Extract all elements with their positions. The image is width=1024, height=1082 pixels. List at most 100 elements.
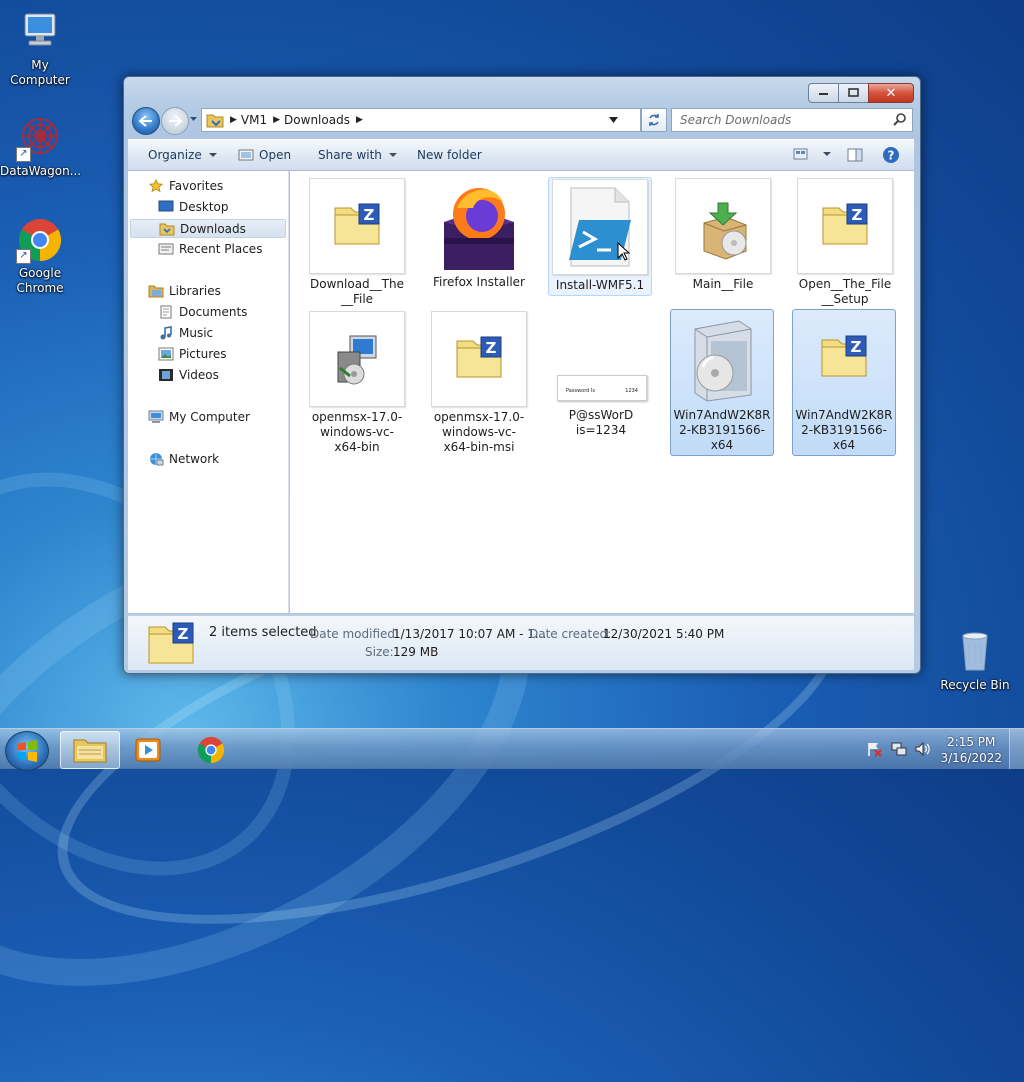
file-item[interactable]: Password Is 1234 P@ssWorD is=1234 xyxy=(552,311,650,438)
zip-thumbnail: Z xyxy=(431,311,527,407)
nav-my-computer[interactable]: My Computer xyxy=(148,408,302,426)
open-label: Open xyxy=(259,148,292,162)
refresh-button[interactable] xyxy=(641,108,667,132)
desktop-icon-label: Recycle Bin xyxy=(940,678,1010,692)
back-button[interactable] xyxy=(132,107,160,135)
folder-icon xyxy=(206,114,224,128)
network-status-icon[interactable] xyxy=(891,741,907,757)
powershell-icon xyxy=(569,187,631,267)
mouse-cursor-icon xyxy=(617,242,631,261)
breadcrumb-separator-icon[interactable]: ▶ xyxy=(356,115,363,125)
image-thumbnail: Password Is 1234 xyxy=(554,311,648,405)
nav-videos[interactable]: Videos xyxy=(158,366,312,384)
nav-music[interactable]: Music xyxy=(158,324,312,342)
file-item[interactable]: Main__File xyxy=(674,178,772,292)
explorer-window[interactable]: ✕ ▶ VM1 ▶ Downloads ▶ Search Downloads O… xyxy=(123,76,921,674)
videos-icon xyxy=(159,369,173,381)
open-icon xyxy=(238,149,254,161)
breadcrumb-separator-icon[interactable]: ▶ xyxy=(273,115,280,125)
address-dropdown-icon[interactable] xyxy=(609,117,618,123)
new-folder-button[interactable]: New folder xyxy=(417,148,482,162)
desktop-icon-label: DataWagon... xyxy=(0,164,82,178)
show-desktop-button[interactable] xyxy=(1009,729,1024,769)
search-input[interactable]: Search Downloads xyxy=(671,108,913,132)
svg-text:?: ? xyxy=(888,149,895,163)
share-with-button[interactable]: Share with xyxy=(318,148,397,162)
desktop-icon-chrome[interactable]: ↗ Google Chrome xyxy=(0,216,80,296)
chrome-icon: ↗ xyxy=(16,216,64,264)
minimize-button[interactable] xyxy=(808,83,838,103)
zip-thumbnail: Z xyxy=(309,178,405,274)
chrome-icon xyxy=(197,736,225,764)
change-view-button[interactable] xyxy=(793,148,831,160)
chevron-down-icon xyxy=(823,152,831,156)
file-name: Install-WMF5.1 xyxy=(555,278,645,292)
nav-libraries[interactable]: Libraries xyxy=(148,282,302,300)
open-button[interactable]: Open xyxy=(238,148,291,162)
refresh-icon xyxy=(649,114,659,126)
firefox-thumbnail xyxy=(432,178,526,272)
breadcrumb-vm1[interactable]: VM1 xyxy=(237,113,273,127)
nav-desktop[interactable]: Desktop xyxy=(158,198,312,216)
view-icon xyxy=(793,148,808,160)
breadcrumb-downloads[interactable]: Downloads xyxy=(280,113,356,127)
setup-thumbnail xyxy=(309,311,405,407)
desktop-icon-recycle-bin[interactable]: Recycle Bin xyxy=(935,628,1015,693)
windows-logo-icon xyxy=(17,740,37,762)
desktop-icon-my-computer[interactable]: My Computer xyxy=(0,8,80,88)
volume-icon[interactable] xyxy=(914,741,930,757)
pictures-icon xyxy=(158,347,174,361)
file-item[interactable]: openmsx-17.0-windows-vc-x64-bin xyxy=(308,311,406,455)
nav-network[interactable]: Network xyxy=(148,450,302,468)
nav-favorites[interactable]: Favorites xyxy=(148,177,302,195)
breadcrumb-separator-icon[interactable]: ▶ xyxy=(230,115,237,125)
organize-button[interactable]: Organize xyxy=(148,148,217,162)
file-item-selected[interactable]: Win7AndW2K8R2-KB3191566-x64 xyxy=(670,309,774,456)
desktop-icon xyxy=(158,200,174,212)
nav-pictures[interactable]: Pictures xyxy=(158,345,312,363)
file-item[interactable]: Z openmsx-17.0-windows-vc-x64-bin-msi xyxy=(430,311,528,455)
nav-documents[interactable]: Documents xyxy=(158,303,312,321)
taskbar-media-player-button[interactable] xyxy=(120,731,178,767)
setup-installer-icon xyxy=(337,335,377,385)
address-bar[interactable]: ▶ VM1 ▶ Downloads ▶ xyxy=(201,108,641,132)
nav-label: Downloads xyxy=(180,221,246,236)
file-item[interactable]: Z Download__The__File xyxy=(308,178,406,307)
taskbar-explorer-button[interactable] xyxy=(60,731,120,769)
nav-label: Pictures xyxy=(179,347,227,361)
zip-thumbnail: Z xyxy=(797,178,893,274)
nav-recent-places[interactable]: Recent Places xyxy=(158,240,312,258)
software-box-icon xyxy=(694,320,752,402)
maximize-button[interactable] xyxy=(838,83,868,103)
new-folder-label: New folder xyxy=(417,148,482,162)
file-item[interactable]: Z Open__The_File__Setup xyxy=(796,178,894,307)
zip-archive-icon: Z xyxy=(456,336,502,378)
file-name: Open__The_File__Setup xyxy=(798,277,892,306)
file-item[interactable]: Install-WMF5.1 xyxy=(548,177,652,296)
preview-pane-button[interactable] xyxy=(847,148,863,162)
system-clock[interactable]: 2:15 PM 3/16/2022 xyxy=(940,734,1002,766)
file-item-selected[interactable]: Z Win7AndW2K8R2-KB3191566-x64 xyxy=(792,309,896,456)
clock-date: 3/16/2022 xyxy=(940,751,1002,765)
file-name: Firefox Installer xyxy=(433,275,525,289)
box-thumbnail xyxy=(675,311,769,405)
start-button[interactable] xyxy=(5,731,49,771)
search-icon[interactable] xyxy=(893,112,907,126)
file-item[interactable]: Firefox Installer xyxy=(430,178,528,290)
desktop-icon-datawagon[interactable]: ↗ DataWagon... xyxy=(0,114,82,179)
minimize-icon xyxy=(818,93,828,95)
close-button[interactable]: ✕ xyxy=(868,83,914,103)
help-icon: ? xyxy=(883,147,899,163)
forward-button[interactable] xyxy=(161,107,189,135)
taskbar-chrome-button[interactable] xyxy=(182,731,240,767)
image-text-left: Password Is xyxy=(566,388,596,394)
file-list[interactable]: Z Download__The__File Firefox Installer … xyxy=(290,171,914,613)
date-modified-label: Date modified: xyxy=(310,627,400,641)
recent-pages-dropdown[interactable] xyxy=(189,115,198,124)
forward-arrow-icon xyxy=(169,115,182,127)
action-center-flag-icon[interactable] xyxy=(866,741,882,757)
close-icon: ✕ xyxy=(885,85,897,101)
help-button[interactable]: ? xyxy=(882,146,900,164)
nav-label: Network xyxy=(169,452,220,466)
nav-downloads[interactable]: Downloads xyxy=(130,219,286,238)
